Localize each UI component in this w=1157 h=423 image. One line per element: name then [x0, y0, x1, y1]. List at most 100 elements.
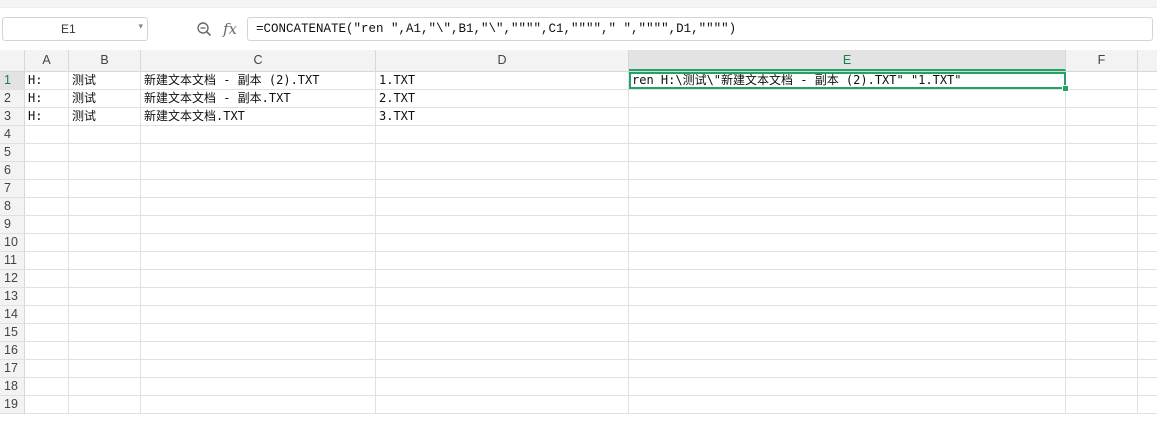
column-header-b[interactable]: B	[69, 50, 141, 71]
cell-b7[interactable]	[69, 180, 141, 197]
cell-b3[interactable]: 测试	[69, 108, 141, 125]
cell-a12[interactable]	[25, 270, 69, 287]
row-header[interactable]: 14	[0, 306, 25, 323]
cell-e2[interactable]	[629, 90, 1066, 107]
row-header[interactable]: 9	[0, 216, 25, 233]
cell-c2[interactable]: 新建文本文档 - 副本.TXT	[141, 90, 376, 107]
cell-c8[interactable]	[141, 198, 376, 215]
cell-d8[interactable]	[376, 198, 629, 215]
cell-c10[interactable]	[141, 234, 376, 251]
cell-c15[interactable]	[141, 324, 376, 341]
cell-e10[interactable]	[629, 234, 1066, 251]
cell-a6[interactable]	[25, 162, 69, 179]
cell-c12[interactable]	[141, 270, 376, 287]
cell-d3[interactable]: 3.TXT	[376, 108, 629, 125]
cell-e3[interactable]	[629, 108, 1066, 125]
cell-b2[interactable]: 测试	[69, 90, 141, 107]
cell-c5[interactable]	[141, 144, 376, 161]
cell-e11[interactable]	[629, 252, 1066, 269]
cell-b9[interactable]	[69, 216, 141, 233]
cell-f18[interactable]	[1066, 378, 1138, 395]
cell-f17[interactable]	[1066, 360, 1138, 377]
cell-a9[interactable]	[25, 216, 69, 233]
fx-icon[interactable]: fx	[219, 18, 241, 40]
cell-f6[interactable]	[1066, 162, 1138, 179]
cell-a8[interactable]	[25, 198, 69, 215]
cell-b12[interactable]	[69, 270, 141, 287]
fill-handle[interactable]	[1062, 85, 1069, 92]
cell-e12[interactable]	[629, 270, 1066, 287]
cell-f2[interactable]	[1066, 90, 1138, 107]
cell-e14[interactable]	[629, 306, 1066, 323]
cell-d7[interactable]	[376, 180, 629, 197]
cell-b13[interactable]	[69, 288, 141, 305]
cell-d5[interactable]	[376, 144, 629, 161]
column-header-d[interactable]: D	[376, 50, 629, 71]
cell-e16[interactable]	[629, 342, 1066, 359]
cell-f12[interactable]	[1066, 270, 1138, 287]
cell-c6[interactable]	[141, 162, 376, 179]
cell-c13[interactable]	[141, 288, 376, 305]
cell-b14[interactable]	[69, 306, 141, 323]
row-header[interactable]: 1	[0, 72, 25, 89]
row-header[interactable]: 4	[0, 126, 25, 143]
cell-a11[interactable]	[25, 252, 69, 269]
cell-a17[interactable]	[25, 360, 69, 377]
cell-d14[interactable]	[376, 306, 629, 323]
name-box[interactable]: E1 ▾	[2, 17, 148, 41]
cell-b11[interactable]	[69, 252, 141, 269]
column-header-c[interactable]: C	[141, 50, 376, 71]
cell-a5[interactable]	[25, 144, 69, 161]
row-header[interactable]: 3	[0, 108, 25, 125]
row-header[interactable]: 5	[0, 144, 25, 161]
cell-e9[interactable]	[629, 216, 1066, 233]
cell-c1[interactable]: 新建文本文档 - 副本 (2).TXT	[141, 72, 376, 89]
cell-f10[interactable]	[1066, 234, 1138, 251]
cell-d15[interactable]	[376, 324, 629, 341]
cell-c11[interactable]	[141, 252, 376, 269]
cell-b18[interactable]	[69, 378, 141, 395]
cell-a10[interactable]	[25, 234, 69, 251]
cell-f3[interactable]	[1066, 108, 1138, 125]
cell-f13[interactable]	[1066, 288, 1138, 305]
cell-a3[interactable]: H:	[25, 108, 69, 125]
row-header[interactable]: 7	[0, 180, 25, 197]
cell-b10[interactable]	[69, 234, 141, 251]
cell-d1[interactable]: 1.TXT	[376, 72, 629, 89]
cell-f16[interactable]	[1066, 342, 1138, 359]
cell-a16[interactable]	[25, 342, 69, 359]
row-header[interactable]: 6	[0, 162, 25, 179]
cell-e5[interactable]	[629, 144, 1066, 161]
row-header[interactable]: 10	[0, 234, 25, 251]
select-all-corner[interactable]	[0, 50, 25, 71]
cell-c19[interactable]	[141, 396, 376, 413]
row-header[interactable]: 19	[0, 396, 25, 413]
cell-d16[interactable]	[376, 342, 629, 359]
cell-e17[interactable]	[629, 360, 1066, 377]
cell-b17[interactable]	[69, 360, 141, 377]
cell-e15[interactable]	[629, 324, 1066, 341]
cell-f9[interactable]	[1066, 216, 1138, 233]
cell-f15[interactable]	[1066, 324, 1138, 341]
cell-d9[interactable]	[376, 216, 629, 233]
cell-d18[interactable]	[376, 378, 629, 395]
cell-e19[interactable]	[629, 396, 1066, 413]
row-header[interactable]: 18	[0, 378, 25, 395]
cell-b8[interactable]	[69, 198, 141, 215]
cell-c18[interactable]	[141, 378, 376, 395]
cell-f7[interactable]	[1066, 180, 1138, 197]
cell-b15[interactable]	[69, 324, 141, 341]
cell-a13[interactable]	[25, 288, 69, 305]
cell-f5[interactable]	[1066, 144, 1138, 161]
cell-e1[interactable]: ren H:\测试\"新建文本文档 - 副本 (2).TXT" "1.TXT"	[629, 72, 1066, 89]
cell-b1[interactable]: 测试	[69, 72, 141, 89]
cell-f11[interactable]	[1066, 252, 1138, 269]
row-header[interactable]: 11	[0, 252, 25, 269]
cell-a2[interactable]: H:	[25, 90, 69, 107]
row-header[interactable]: 15	[0, 324, 25, 341]
column-header-f[interactable]: F	[1066, 50, 1138, 71]
cell-d4[interactable]	[376, 126, 629, 143]
row-header[interactable]: 13	[0, 288, 25, 305]
cell-e6[interactable]	[629, 162, 1066, 179]
column-header-a[interactable]: A	[25, 50, 69, 71]
